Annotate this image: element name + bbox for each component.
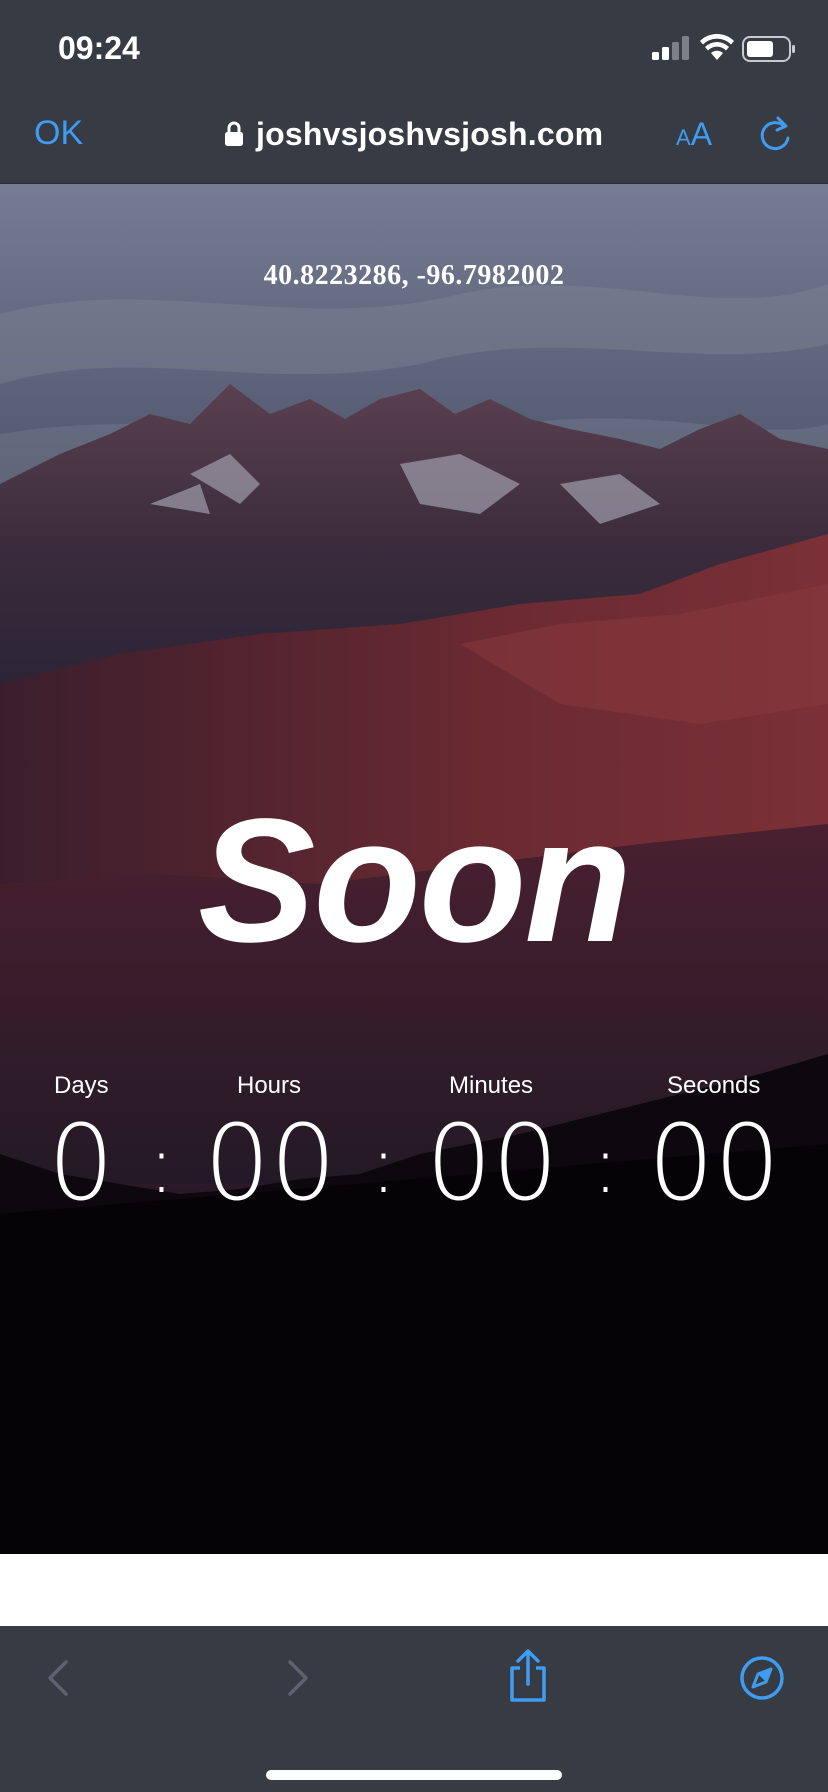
text-size-large-label: A [690, 116, 713, 152]
countdown-separator: : [148, 1118, 175, 1211]
countdown-separator: : [592, 1118, 619, 1211]
compass-icon[interactable] [738, 1654, 786, 1702]
coordinates-text: 40.8223286, -96.7982002 [263, 260, 565, 291]
chevron-left-icon[interactable] [36, 1654, 84, 1702]
browser-url-bar: OK joshvsjoshvsjosh.com AA [0, 90, 828, 184]
countdown-seconds-label: Seconds [667, 1072, 761, 1099]
share-icon[interactable] [504, 1648, 552, 1704]
text-size-small-label: A [676, 125, 691, 150]
reload-icon[interactable] [756, 114, 794, 154]
headline-soon: Soon [198, 783, 632, 979]
done-button[interactable]: OK [34, 114, 83, 153]
countdown-days-value: 0 [48, 1102, 115, 1224]
lock-icon [225, 121, 243, 146]
hero-section: 40.8223286, -96.7982002 Soon Days Hours … [0, 184, 828, 1554]
battery-icon [742, 36, 795, 62]
cellular-signal-icon [652, 36, 689, 60]
page-footer-area [0, 1554, 828, 1626]
address-field[interactable]: joshvsjoshvsjosh.com [224, 112, 603, 156]
countdown-hours-value: 00 [204, 1102, 337, 1224]
countdown-minutes-label: Minutes [449, 1072, 534, 1099]
text-size-button[interactable]: AA [676, 116, 712, 153]
status-time: 09:24 [58, 30, 140, 66]
countdown-hours-label: Hours [237, 1072, 302, 1099]
wifi-icon [700, 34, 734, 60]
chevron-right-icon[interactable] [272, 1654, 320, 1702]
countdown-minutes-value: 00 [426, 1102, 559, 1224]
countdown-seconds-value: 00 [648, 1102, 781, 1224]
browser-toolbar [0, 1626, 828, 1792]
url-text: joshvsjoshvsjosh.com [256, 115, 604, 152]
countdown-separator: : [370, 1118, 397, 1211]
countdown-days-label: Days [54, 1072, 109, 1099]
status-bar: 09:24 [0, 0, 828, 90]
home-indicator[interactable] [266, 1770, 562, 1780]
